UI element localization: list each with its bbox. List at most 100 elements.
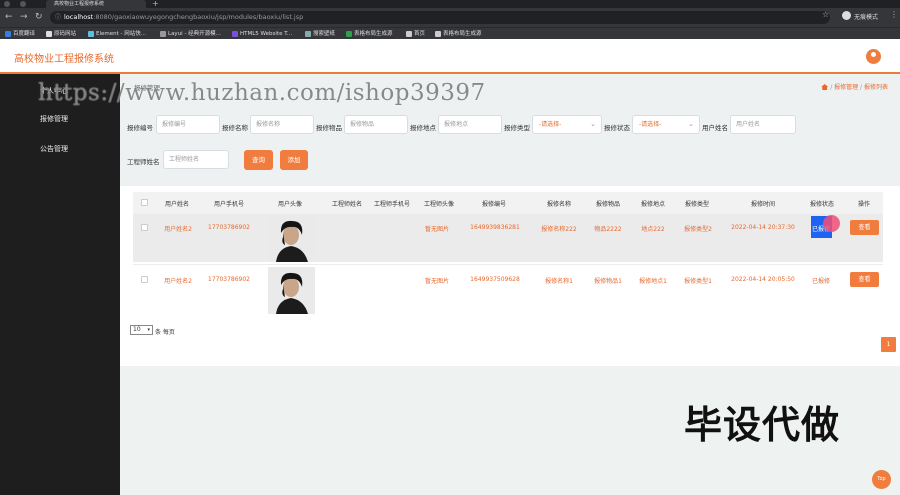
row-checkbox[interactable] (141, 224, 148, 231)
bookmark-label: 原码网站 (54, 31, 77, 37)
engineer-name-input[interactable] (163, 150, 229, 169)
page-size-select[interactable]: 10 ▾ (130, 325, 153, 335)
profile-label: 无痕模式 (854, 14, 879, 21)
bookmark-icon (5, 31, 11, 37)
view-button[interactable]: 查看 (850, 220, 879, 235)
chevron-down-icon: ▾ (147, 327, 150, 333)
cell-user-phone: 17703786902 (208, 224, 250, 231)
cell-repair-type: 报修类型1 (684, 278, 712, 285)
sidebar: 个人中心 报修管理 公告管理 (0, 74, 120, 495)
repair-status-label: 报修状态 (604, 124, 630, 132)
repair-type-label: 报修类型 (504, 124, 530, 132)
table-row[interactable] (133, 214, 883, 262)
chevron-down-icon: ⌄ (590, 120, 596, 128)
query-button[interactable]: 查询 (244, 150, 273, 170)
bookmarks-bar: 百度翻译 原码网站 Element - 网站快... Layui - 经典开源模… (0, 27, 900, 39)
th-user-name: 用户姓名 (164, 201, 190, 208)
bookmark-icon (346, 31, 352, 37)
sidebar-item-notices[interactable]: 公告管理 (40, 144, 68, 154)
repair-item-label: 报修物品 (316, 124, 342, 132)
view-button[interactable]: 查看 (850, 272, 879, 287)
cell-repair-type: 报修类型2 (684, 226, 712, 233)
bookmark-icon (46, 31, 52, 37)
browser-menu-icon[interactable]: ⋮ (890, 10, 898, 19)
bookmark-icon (406, 31, 412, 37)
page-number-button[interactable]: 1 (881, 337, 896, 352)
new-tab-button[interactable]: + (152, 0, 159, 8)
cell-repair-no: 1649937509628 (470, 276, 520, 283)
repair-item-input[interactable] (344, 115, 408, 134)
bookmark-item[interactable]: 表格布局生成源 (435, 30, 482, 38)
bookmark-item[interactable]: Element - 网站快... (88, 30, 146, 38)
bookmark-item[interactable]: Layui - 经典开源模... (160, 30, 221, 38)
bookmark-label: Layui - 经典开源模... (168, 31, 221, 37)
cell-user-name: 用户姓名2 (164, 278, 192, 285)
repair-no-label: 报修编号 (127, 124, 153, 132)
repair-place-input[interactable] (438, 115, 502, 134)
repair-type-select[interactable]: -请选择- ⌄ (532, 115, 602, 134)
url-input[interactable]: ⓘ localhost:8080/gaoxiaowuyegongchengbao… (50, 11, 830, 24)
user-avatar-image (268, 267, 315, 314)
row-divider (133, 264, 883, 265)
back-to-top-button[interactable]: Top (872, 470, 891, 489)
repair-place-label: 报修地点 (410, 124, 436, 132)
forward-icon[interactable]: → (20, 12, 28, 22)
repair-no-input[interactable] (156, 115, 220, 134)
bookmark-item[interactable]: 原码网站 (46, 30, 76, 38)
bookmark-label: 首页 (414, 31, 426, 37)
bookmark-icon (232, 31, 238, 37)
cell-repair-place: 地点222 (641, 226, 665, 233)
cell-repair-no: 1649939836281 (470, 224, 520, 231)
url-host: localhost (64, 13, 94, 21)
cell-user-name: 用户姓名2 (164, 226, 192, 233)
th-status: 报修状态 (809, 201, 835, 208)
reload-icon[interactable]: ↻ (35, 12, 43, 22)
sidebar-item-repairs[interactable]: 报修管理 (40, 114, 68, 124)
chevron-down-icon: ⌄ (688, 120, 694, 128)
bookmark-icon (160, 31, 166, 37)
th-repair-type: 报修类型 (684, 201, 710, 208)
repair-status-select[interactable]: -请选择- ⌄ (632, 115, 700, 134)
back-icon[interactable]: ← (5, 12, 13, 22)
window-control-icon[interactable] (20, 1, 26, 7)
bookmark-icon (435, 31, 441, 37)
user-avatar-icon[interactable] (866, 49, 881, 64)
bookmark-item[interactable]: 百度翻译 (5, 30, 35, 38)
cell-status: 已报修 (811, 278, 831, 285)
cell-engineer-avatar: 暂无图片 (424, 226, 450, 233)
th-repair-time: 报修时间 (750, 201, 776, 208)
portrait-icon (268, 215, 315, 262)
cell-repair-item: 物品2222 (594, 226, 622, 233)
site-info-icon[interactable]: ⓘ (55, 11, 61, 24)
browser-tab[interactable]: 高校物业工程报修系统 (46, 0, 146, 8)
bookmark-icon (88, 31, 94, 37)
cell-user-phone: 17703786902 (208, 276, 250, 283)
bookmark-label: HTML5 Website T... (240, 31, 293, 37)
window-control-icon[interactable] (4, 1, 10, 7)
profile-icon[interactable] (842, 11, 851, 20)
th-repair-name: 报修名称 (546, 201, 572, 208)
app-header: 高校物业工程报修系统 (0, 40, 900, 73)
bookmark-item[interactable]: HTML5 Website T... (232, 30, 292, 38)
bookmark-icon (305, 31, 311, 37)
repair-name-input[interactable] (250, 115, 314, 134)
bookmark-item[interactable]: 搜索壁纸 (305, 30, 335, 38)
cell-repair-time: 2022-04-14 20:37:30 (731, 224, 795, 231)
page-size-label: 条 每页 (155, 329, 175, 336)
th-user-avatar: 用户头像 (277, 201, 303, 208)
row-checkbox[interactable] (141, 276, 148, 283)
home-icon[interactable] (821, 84, 829, 90)
bookmark-item[interactable]: 表格布局生成源 (346, 30, 393, 38)
select-all-checkbox[interactable] (141, 199, 148, 206)
add-button[interactable]: 添加 (280, 150, 308, 170)
browser-address-bar: ← → ↻ ⓘ localhost:8080/gaoxiaowuyegongch… (0, 8, 900, 27)
cell-engineer-avatar: 暂无图片 (424, 278, 450, 285)
breadcrumb-item[interactable]: 报修管理 (834, 84, 858, 91)
user-name-input[interactable] (730, 115, 796, 134)
cell-repair-name: 报修名称1 (545, 278, 573, 285)
bookmark-star-icon[interactable]: ☆ (822, 10, 829, 19)
cell-repair-name: 报修名称222 (541, 226, 577, 233)
th-user-phone: 用户手机号 (213, 201, 245, 208)
cell-repair-time: 2022-04-14 20:05:50 (731, 276, 795, 283)
bookmark-item[interactable]: 首页 (406, 30, 425, 38)
